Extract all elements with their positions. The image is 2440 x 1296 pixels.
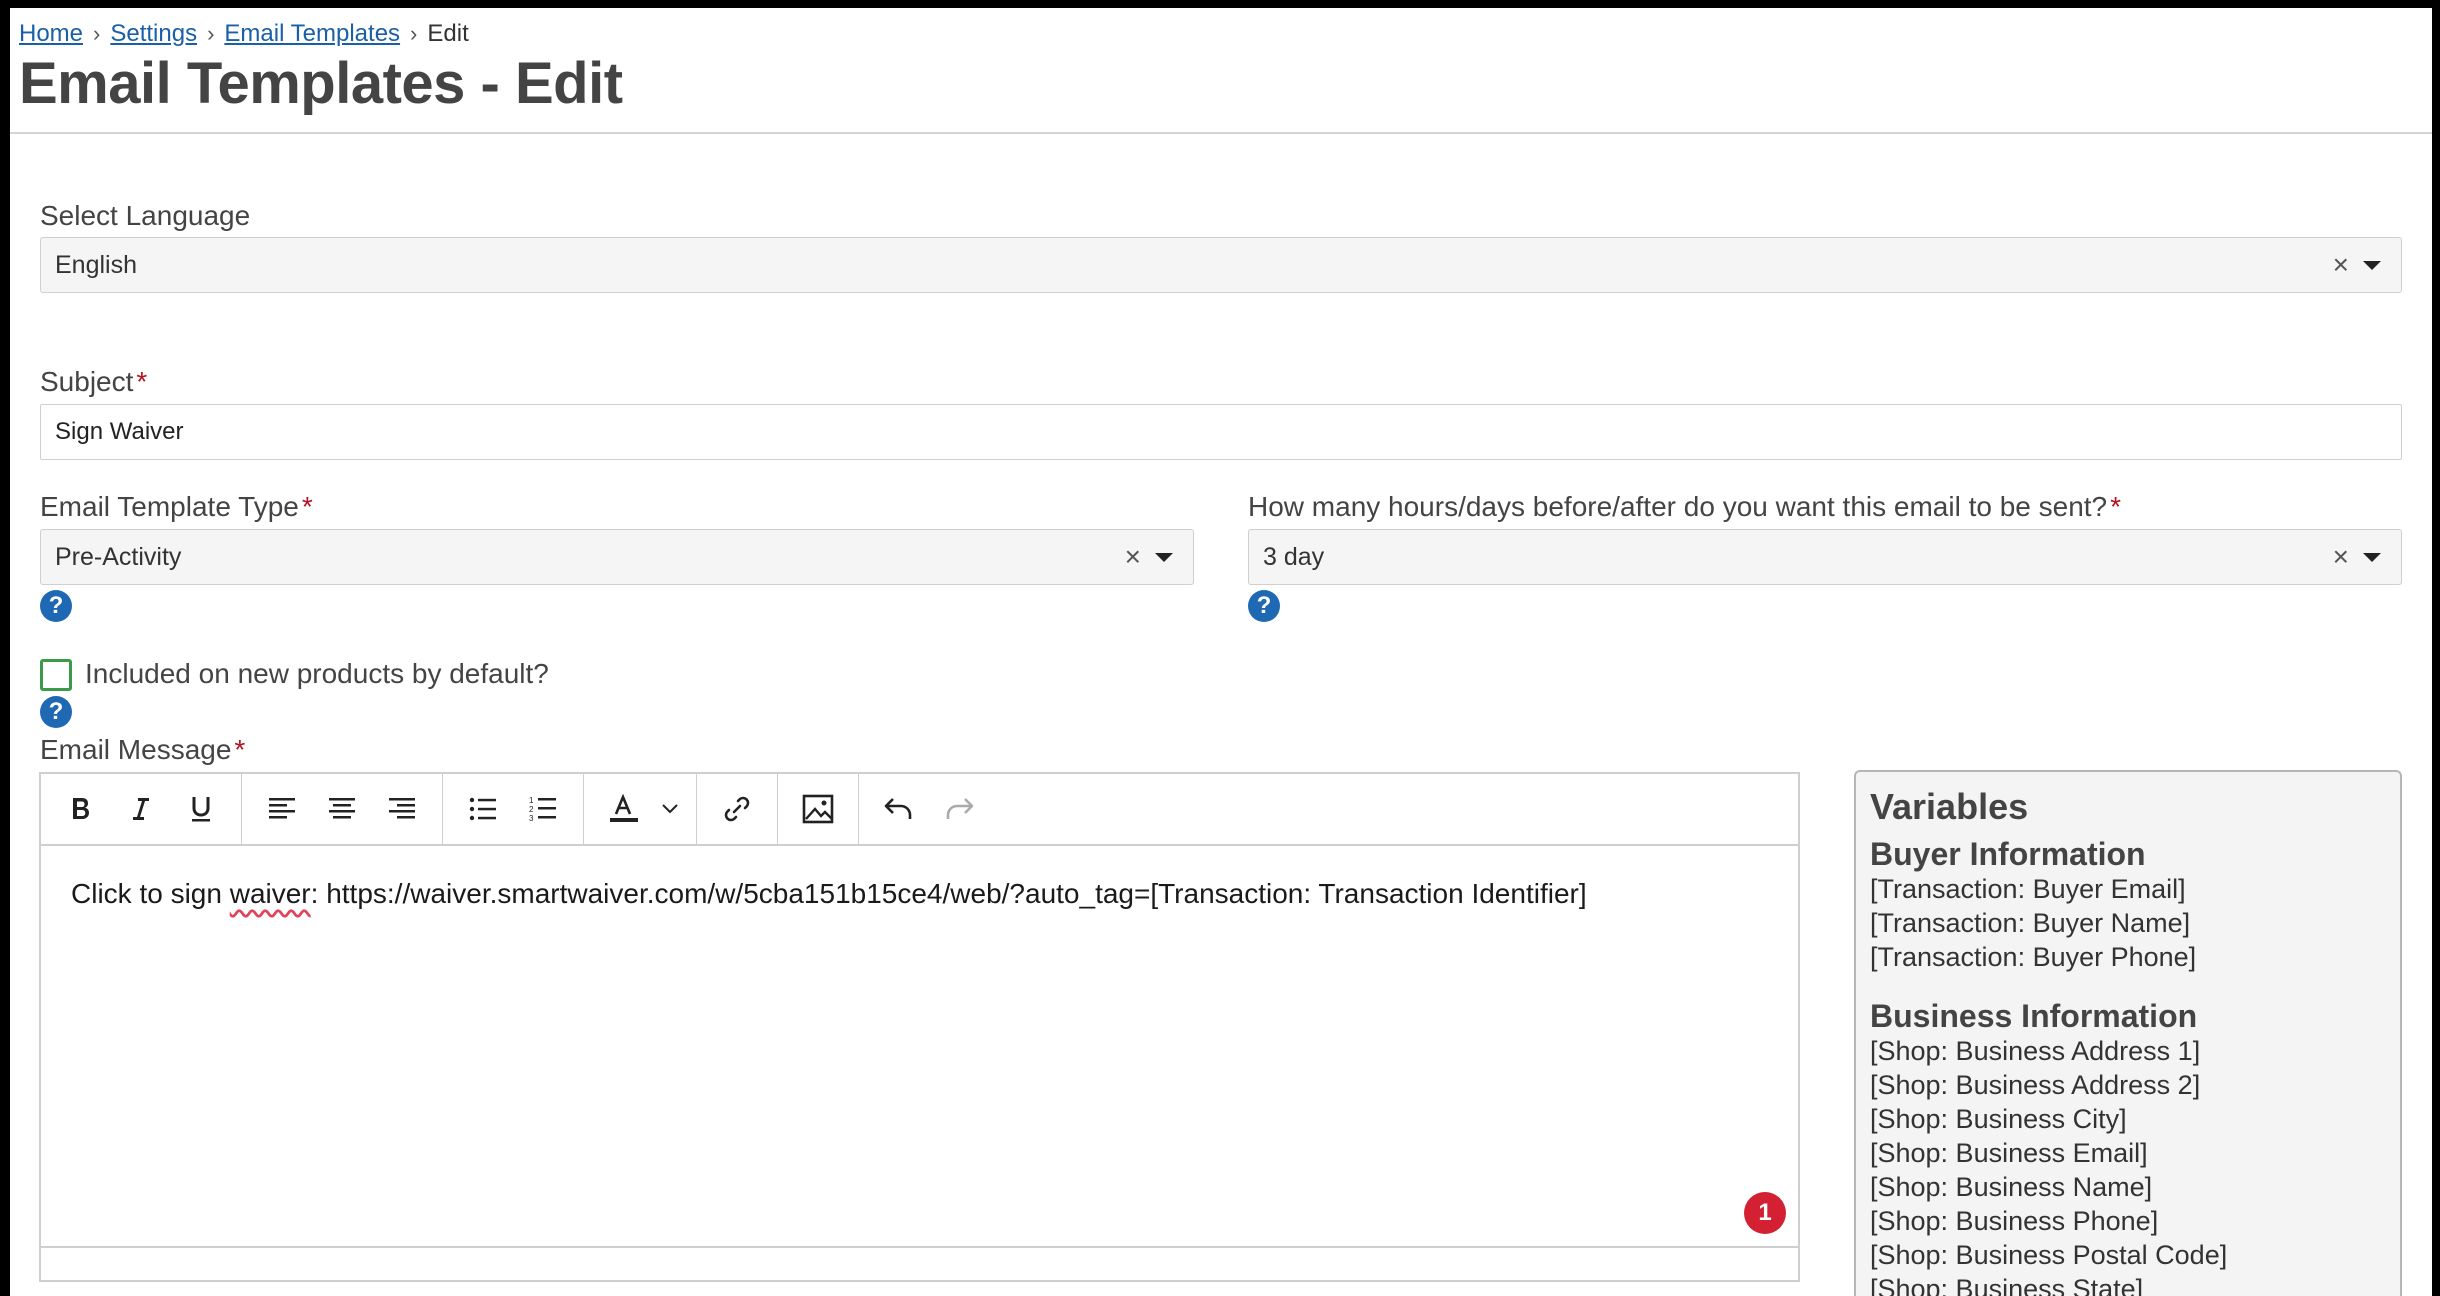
email-message-label-text: Email Message	[40, 734, 232, 765]
editor-status-bar	[41, 1246, 1798, 1280]
required-marker: *	[234, 734, 246, 765]
variables-panel: Variables Buyer Information [Transaction…	[1854, 770, 2402, 1296]
variable-item[interactable]: [Transaction: Buyer Name]	[1870, 906, 2386, 940]
svg-text:1: 1	[529, 796, 534, 805]
clear-icon[interactable]: ×	[2333, 541, 2349, 573]
default-products-checkbox[interactable]	[40, 659, 72, 691]
message-text-before: Click to sign	[71, 878, 230, 909]
italic-icon[interactable]	[111, 779, 171, 839]
subject-label-text: Subject	[40, 366, 134, 397]
link-group	[697, 774, 778, 844]
bullet-list-icon[interactable]	[453, 779, 513, 839]
help-icon[interactable]: ?	[1248, 590, 1280, 622]
breadcrumb-email-templates-link[interactable]: Email Templates	[224, 20, 400, 48]
chevron-right-icon: ›	[410, 21, 418, 46]
breadcrumb-current: Edit	[427, 20, 469, 47]
list-group: 123	[443, 774, 584, 844]
underline-icon[interactable]	[171, 779, 231, 839]
undo-icon[interactable]	[869, 779, 929, 839]
numbered-list-icon[interactable]: 123	[513, 779, 573, 839]
template-type-label: Email Template Type *	[40, 491, 313, 523]
email-message-label: Email Message *	[40, 734, 245, 766]
format-group	[41, 774, 242, 844]
image-group	[778, 774, 859, 844]
editor-content[interactable]: Click to sign waiver: https://waiver.sma…	[41, 848, 1798, 1240]
error-count-badge[interactable]: 1	[1744, 1192, 1786, 1234]
color-group	[584, 774, 697, 844]
variable-item[interactable]: [Shop: Business State]	[1870, 1272, 2386, 1296]
section-heading: Business Information	[1870, 998, 2198, 1034]
title-divider	[10, 132, 2432, 134]
breadcrumb-settings-link[interactable]: Settings	[110, 20, 197, 48]
default-products-label: Included on new products by default?	[85, 658, 549, 689]
subject-label: Subject *	[40, 366, 147, 398]
breadcrumb-home-link[interactable]: Home	[19, 20, 83, 48]
clear-icon[interactable]: ×	[1125, 541, 1141, 573]
help-icon[interactable]: ?	[40, 696, 72, 728]
caret-down-icon[interactable]	[2363, 552, 2381, 562]
buyer-info-section: Buyer Information [Transaction: Buyer Em…	[1870, 836, 2386, 974]
variable-item[interactable]: [Shop: Business City]	[1870, 1102, 2386, 1136]
message-text-after: : https://waiver.smartwaiver.com/w/5cba1…	[310, 878, 1587, 909]
align-group	[242, 774, 443, 844]
business-info-section: Business Information [Shop: Business Add…	[1870, 998, 2386, 1296]
caret-down-icon[interactable]	[1155, 552, 1173, 562]
timing-select-value: 3 day	[1263, 542, 1325, 571]
clear-icon[interactable]: ×	[2333, 249, 2349, 281]
align-center-icon[interactable]	[312, 779, 372, 839]
bold-icon[interactable]	[51, 779, 111, 839]
page-frame: Home › Settings › Email Templates › Edit…	[10, 8, 2432, 1296]
timing-label: How many hours/days before/after do you …	[1248, 491, 2121, 523]
chevron-down-icon[interactable]	[654, 779, 686, 839]
rich-text-editor[interactable]: 123 Click to sign waiver: https://waiver…	[39, 772, 1800, 1282]
required-marker: *	[2110, 491, 2122, 522]
svg-text:3: 3	[529, 814, 534, 823]
variable-item[interactable]: [Shop: Business Name]	[1870, 1170, 2386, 1204]
chevron-right-icon: ›	[207, 21, 215, 46]
breadcrumb: Home › Settings › Email Templates › Edit	[19, 20, 469, 48]
misspelled-word: waiver	[229, 878, 311, 909]
section-heading: Buyer Information	[1870, 836, 2146, 872]
variable-item[interactable]: [Shop: Business Address 1]	[1870, 1034, 2386, 1068]
page-title: Email Templates - Edit	[19, 51, 623, 116]
redo-icon[interactable]	[929, 779, 989, 839]
language-label-text: Select Language	[40, 200, 251, 231]
template-type-label-text: Email Template Type	[40, 491, 299, 522]
language-select[interactable]: English ×	[40, 237, 2402, 293]
text-color-icon[interactable]	[594, 779, 654, 839]
template-type-select[interactable]: Pre-Activity ×	[40, 529, 1194, 585]
variable-item[interactable]: [Shop: Business Phone]	[1870, 1204, 2386, 1238]
variable-item[interactable]: [Shop: Business Email]	[1870, 1136, 2386, 1170]
variable-item[interactable]: [Transaction: Buyer Phone]	[1870, 940, 2386, 974]
timing-select[interactable]: 3 day ×	[1248, 529, 2402, 585]
help-icon[interactable]: ?	[40, 590, 72, 622]
subject-input[interactable]	[40, 404, 2402, 460]
variable-item[interactable]: [Shop: Business Address 2]	[1870, 1068, 2386, 1102]
caret-down-icon[interactable]	[2363, 260, 2381, 270]
svg-text:2: 2	[529, 805, 534, 814]
template-type-select-value: Pre-Activity	[55, 542, 182, 571]
language-label: Select Language	[40, 200, 250, 232]
variables-title: Variables	[1870, 786, 2029, 827]
image-icon[interactable]	[788, 779, 848, 839]
variable-item[interactable]: [Transaction: Buyer Email]	[1870, 872, 2386, 906]
required-marker: *	[136, 366, 148, 397]
link-icon[interactable]	[707, 779, 767, 839]
editor-toolbar: 123	[41, 774, 1798, 846]
align-left-icon[interactable]	[252, 779, 312, 839]
language-select-value: English	[55, 250, 137, 279]
history-group	[859, 774, 999, 844]
required-marker: *	[301, 491, 313, 522]
variable-item[interactable]: [Shop: Business Postal Code]	[1870, 1238, 2386, 1272]
chevron-right-icon: ›	[93, 21, 101, 46]
align-right-icon[interactable]	[372, 779, 432, 839]
timing-label-text: How many hours/days before/after do you …	[1248, 491, 2108, 522]
